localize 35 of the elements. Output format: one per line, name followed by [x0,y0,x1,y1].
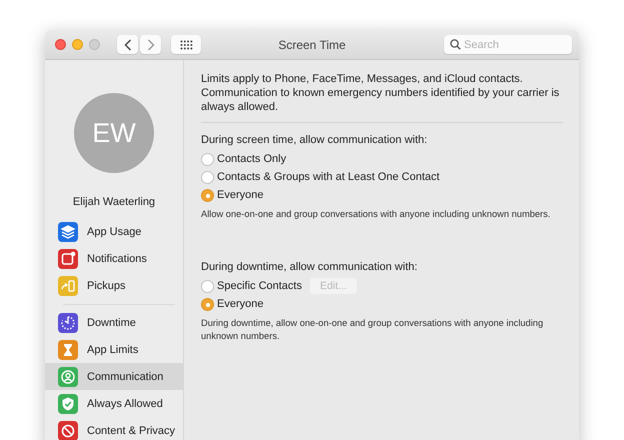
sidebar-item[interactable]: Always Allowed [45,390,183,417]
sidebar-item[interactable]: Notifications [45,245,183,272]
radio-button[interactable] [201,152,214,166]
radio-button[interactable] [201,298,214,310]
radio-label[interactable]: Everyone [217,298,264,310]
grid-icon [180,40,192,50]
chevron-right-icon [146,38,154,50]
radio-label[interactable]: Contacts Only [217,153,286,165]
back-button[interactable] [117,35,138,54]
sidebar-item[interactable]: App Limits [45,336,183,363]
sidebar-item[interactable]: Downtime [45,309,183,336]
minimize-button[interactable] [72,39,83,50]
section-heading: During screen time, allow communication with: [201,133,428,147]
sidebar-item[interactable]: App Usage [45,218,183,245]
close-button[interactable] [55,39,66,50]
radio-button[interactable] [201,188,214,202]
user-name: Elijah Waeterling [72,196,156,208]
radio-label[interactable]: Contacts & Groups with at Least One Contact [217,171,440,183]
search-field[interactable]: Search [444,35,572,54]
sidebar-item[interactable]: Pickups [45,272,183,299]
note-text: Allow one-on-one and group conversations with anyone including unknown numbers. [201,208,552,221]
section-heading: During downtime, allow communication with: [201,260,418,274]
show-all-button[interactable] [171,35,201,54]
note-text: During downtime, allow one-on-one and group conversations with anyone including unknown numbers. [201,317,544,343]
sidebar-item[interactable]: Content & Privacy [45,417,183,440]
search-icon [450,39,461,50]
avatar: EW [74,93,154,173]
radio-button[interactable] [201,280,214,292]
radio-button[interactable] [201,170,214,184]
radio-label[interactable]: Everyone [217,189,264,201]
sidebar-item[interactable]: Communication [45,363,183,390]
chevron-left-icon [124,38,132,50]
intro-text: Limits apply to Phone, FaceTime, Messages, and iCloud contacts. Communication to known emergency numbers identified by your carrier is always allowed. [201,72,560,114]
window-title: Screen Time [278,38,346,52]
radio-label[interactable]: Specific Contacts [217,280,302,292]
